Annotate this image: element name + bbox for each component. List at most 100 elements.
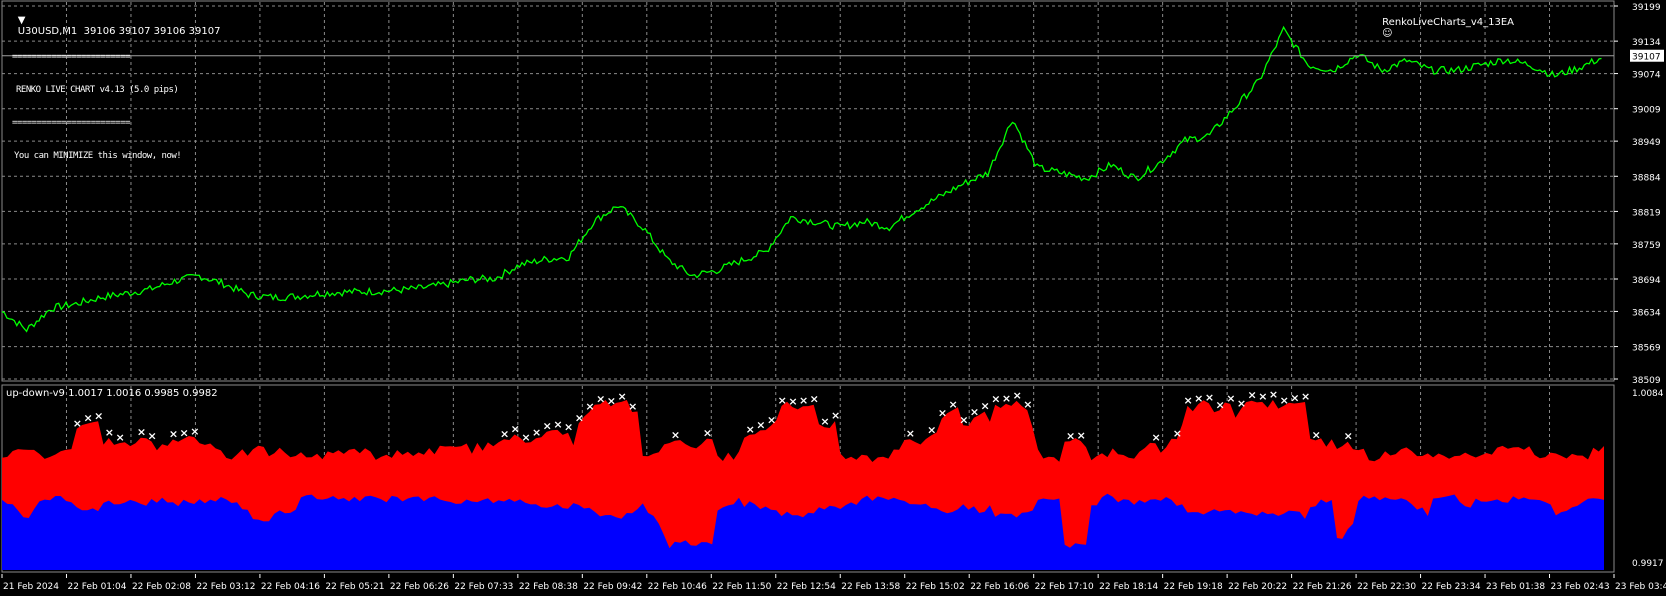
signal-marker: × xyxy=(927,423,936,436)
signal-marker: × xyxy=(970,406,979,419)
ea-name: RenkoLiveCharts_v4_13EA xyxy=(1382,17,1514,28)
time-tick-label: 22 Feb 11:50 xyxy=(712,582,771,592)
time-tick-label: 22 Feb 18:14 xyxy=(1099,582,1158,592)
chart-menu-triangle-icon[interactable]: ▼ xyxy=(18,15,26,26)
time-tick-label: 23 Feb 02:43 xyxy=(1551,582,1610,592)
signal-marker: × xyxy=(1216,398,1225,411)
time-tick-label: 22 Feb 12:54 xyxy=(777,582,836,592)
signal-marker: × xyxy=(1344,430,1353,443)
time-tick-label: 22 Feb 05:21 xyxy=(325,582,384,592)
signal-marker: × xyxy=(137,426,146,439)
signal-marker: × xyxy=(1023,398,1032,411)
time-tick-label: 22 Feb 02:08 xyxy=(132,582,191,592)
time-tick-label: 22 Feb 19:18 xyxy=(1164,582,1223,592)
signal-marker: × xyxy=(1269,388,1278,401)
signal-marker: × xyxy=(788,395,797,408)
time-tick-label: 22 Feb 10:46 xyxy=(648,582,707,592)
signal-marker: × xyxy=(500,427,509,440)
smiley-icon[interactable]: ☺ xyxy=(1382,28,1392,39)
price-tick-label: 38759 xyxy=(1632,241,1661,251)
signal-marker: × xyxy=(767,414,776,427)
indicator-canvas[interactable]: 1.00840.9917× × ×× × × × × × × × ×× ×× × ×××× × ××× × × × ×… xyxy=(0,384,1666,574)
time-tick-label: 22 Feb 15:02 xyxy=(906,582,965,592)
time-tick-label: 22 Feb 23:34 xyxy=(1422,582,1481,592)
time-tick-label: 22 Feb 20:22 xyxy=(1228,582,1287,592)
current-price-label: 39107 xyxy=(1632,53,1661,63)
price-tick-label: 39074 xyxy=(1632,71,1661,81)
signal-marker: × xyxy=(1248,389,1257,402)
signal-marker: × xyxy=(1002,392,1011,405)
signal-marker: × xyxy=(83,412,92,425)
signal-marker: × xyxy=(105,426,114,439)
time-tick-label: 22 Feb 21:26 xyxy=(1293,582,1352,592)
price-tick-label: 38884 xyxy=(1632,173,1661,183)
price-tick-label: 38694 xyxy=(1632,276,1661,286)
indicator-axis-max: 1.0084 xyxy=(1632,389,1664,399)
signal-marker: × xyxy=(607,394,616,407)
indicator-axis-min: 0.9917 xyxy=(1632,559,1664,569)
price-chart-canvas[interactable]: 39199 39134 39074 39009 38949 38884 38819 38759… xyxy=(0,0,1666,383)
price-tick-label: 39134 xyxy=(1632,38,1661,48)
signal-marker: × xyxy=(810,393,819,406)
signal-marker: × xyxy=(73,417,82,430)
signal-marker: × xyxy=(180,427,189,440)
info-separator: ======================== xyxy=(12,52,131,62)
price-tick-label: 38509 xyxy=(1632,376,1661,383)
signal-marker: × xyxy=(1173,427,1182,440)
signal-marker: × xyxy=(906,427,915,440)
signal-marker: × xyxy=(820,415,829,428)
price-chart-pane[interactable]: 39199 39134 39074 39009 38949 38884 38819 38759… xyxy=(0,0,1666,383)
signal-marker: × xyxy=(521,431,530,444)
time-tick-label: 22 Feb 01:04 xyxy=(67,582,126,592)
time-tick-label: 22 Feb 08:38 xyxy=(519,582,578,592)
signal-marker: × xyxy=(981,400,990,413)
signal-marker: × xyxy=(703,427,712,440)
time-tick-label: 22 Feb 06:26 xyxy=(390,582,449,592)
signal-marker: × xyxy=(553,418,562,431)
signal-marker: × xyxy=(1183,394,1192,407)
signal-marker: × xyxy=(564,421,573,434)
signal-marker: × xyxy=(169,428,178,441)
price-line xyxy=(1,25,1602,333)
signal-marker: × xyxy=(1280,394,1289,407)
signal-marker: × xyxy=(190,425,199,438)
signal-marker: × xyxy=(1066,429,1075,442)
signal-marker: × xyxy=(1301,390,1310,403)
info-message: You can MINIMIZE this window, now! xyxy=(14,151,182,161)
signal-marker: × xyxy=(1312,428,1321,441)
time-tick-label: 22 Feb 04:16 xyxy=(261,582,320,592)
signal-marker: × xyxy=(831,409,840,422)
signal-marker: × xyxy=(596,392,605,405)
price-tick-label: 38634 xyxy=(1632,308,1661,318)
time-tick-label: 22 Feb 03:12 xyxy=(196,582,255,592)
signal-marker: × xyxy=(778,394,787,407)
indicator-pane[interactable]: 1.0084 0.9917 × × × × × × × × × × × × × × × × × × × × × × × × × × × ×… xyxy=(0,384,1666,574)
signal-marker: × xyxy=(746,423,755,436)
time-tick-label: 21 Feb 2024 xyxy=(3,582,59,592)
ea-label: RenkoLiveCharts_v4_13EA ☺ xyxy=(1369,6,1514,50)
signal-marker: × xyxy=(799,394,808,407)
signal-marker: × xyxy=(115,431,124,444)
signal-marker: × xyxy=(1151,431,1160,444)
signal-marker: × xyxy=(575,412,584,425)
signal-marker: × xyxy=(1290,391,1299,404)
time-tick-label: 22 Feb 22:30 xyxy=(1357,582,1416,592)
signal-marker: × xyxy=(1226,392,1235,405)
signal-marker: × xyxy=(628,400,637,413)
time-tick-label: 22 Feb 13:58 xyxy=(841,582,900,592)
time-tick-label: 22 Feb 17:10 xyxy=(1035,582,1094,592)
price-tick-label: 38949 xyxy=(1632,138,1661,148)
signal-marker: × xyxy=(991,393,1000,406)
signal-marker: × xyxy=(1194,392,1203,405)
time-tick-label: 23 Feb 03:47 xyxy=(1615,582,1666,592)
signal-marker: × xyxy=(1077,429,1086,442)
price-tick-label: 38569 xyxy=(1632,344,1661,354)
signal-marker: × xyxy=(1258,390,1267,403)
time-axis-canvas: 21 Feb 2024 22 Feb 01:04 22 Feb 02:08 22 Fe… xyxy=(1,574,1666,592)
signal-marker: × xyxy=(617,390,626,403)
price-tick-label: 39199 xyxy=(1632,3,1661,13)
signal-marker: × xyxy=(511,423,520,436)
signal-marker: × xyxy=(585,400,594,413)
indicator-label: up-down-v9 1.0017 1.0016 0.9985 0.9982 xyxy=(6,388,218,399)
signal-marker: × xyxy=(959,413,968,426)
